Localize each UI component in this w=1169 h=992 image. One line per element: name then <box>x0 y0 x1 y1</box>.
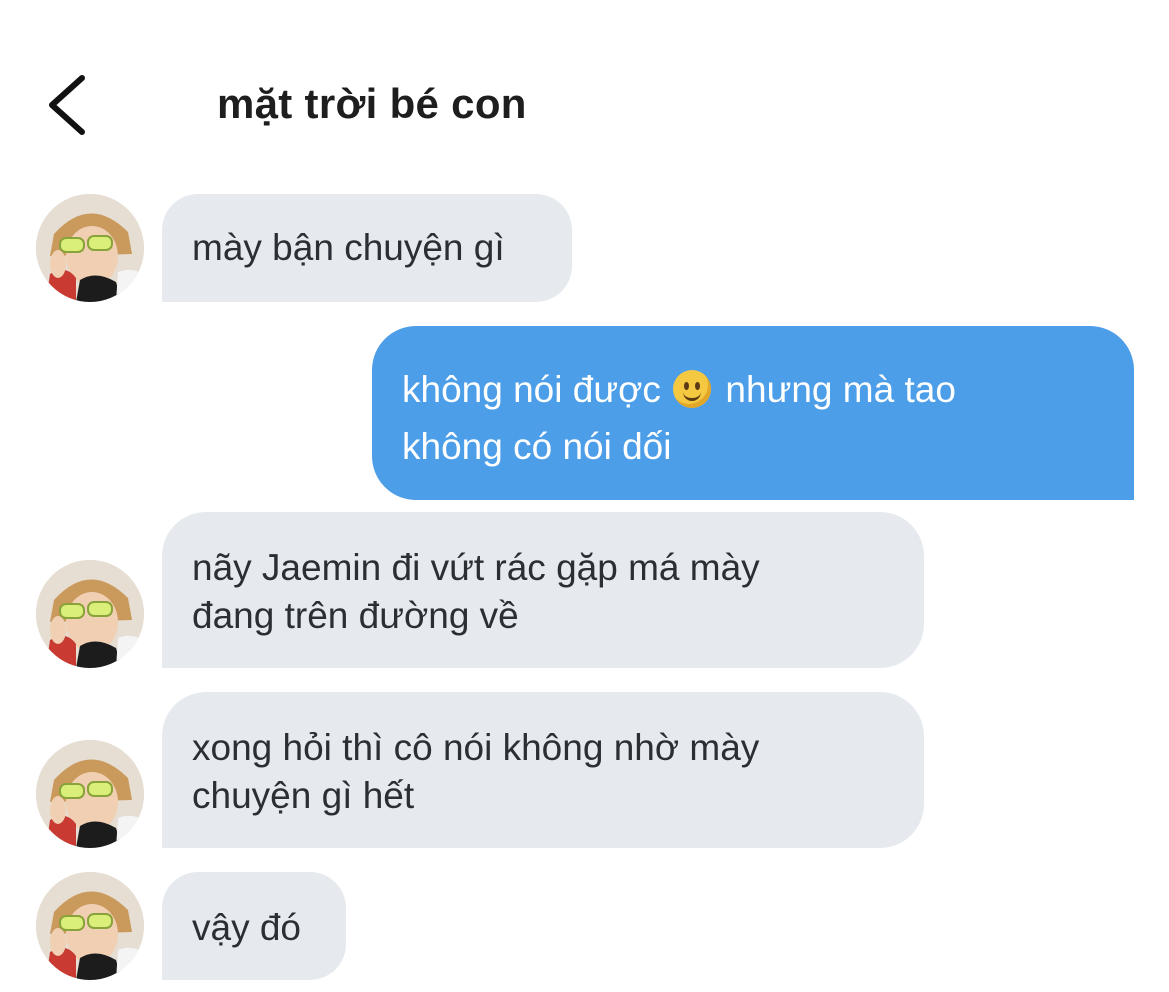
message-text: đang trên đường về <box>192 595 519 636</box>
message-row: vậy đó <box>0 872 1169 982</box>
message-row: mày bận chuyện gì <box>0 192 1169 302</box>
message-row: nãy Jaemin đi vứt rác gặp má mày đang tr… <box>0 512 1169 668</box>
message-row: không nói được nhưng mà tao không có nói… <box>0 326 1169 500</box>
chat-header: mặt trời bé con <box>0 0 1169 180</box>
conversation-title: mặt trời bé con <box>217 80 527 127</box>
message-row: xong hỏi thì cô nói không nhờ mày chuyện… <box>0 692 1169 848</box>
message-text: không có nói dối <box>402 426 672 467</box>
back-button[interactable] <box>40 70 100 140</box>
message-bubble-incoming[interactable]: vậy đó <box>162 872 346 980</box>
message-text: mày bận chuyện gì <box>192 227 505 268</box>
message-text: không nói được <box>402 369 661 410</box>
message-bubble-outgoing[interactable]: không nói được nhưng mà tao không có nói… <box>372 326 1134 500</box>
message-text: chuyện gì hết <box>192 775 415 816</box>
message-text: vậy đó <box>192 907 302 948</box>
contact-avatar[interactable] <box>36 194 144 302</box>
message-bubble-incoming[interactable]: mày bận chuyện gì <box>162 194 572 302</box>
contact-avatar[interactable] <box>36 740 144 848</box>
message-text-line: không nói được nhưng mà tao <box>402 366 1104 414</box>
slightly-smiling-face-icon <box>673 370 712 408</box>
contact-avatar[interactable] <box>36 872 144 980</box>
chevron-left-icon <box>49 75 85 135</box>
message-text: nãy Jaemin đi vứt rác gặp má mày <box>192 547 760 588</box>
contact-avatar[interactable] <box>36 560 144 668</box>
message-bubble-incoming[interactable]: nãy Jaemin đi vứt rác gặp má mày đang tr… <box>162 512 924 668</box>
message-text: xong hỏi thì cô nói không nhờ mày <box>192 727 760 768</box>
message-bubble-incoming[interactable]: xong hỏi thì cô nói không nhờ mày chuyện… <box>162 692 924 848</box>
message-text: nhưng mà tao <box>725 369 956 410</box>
